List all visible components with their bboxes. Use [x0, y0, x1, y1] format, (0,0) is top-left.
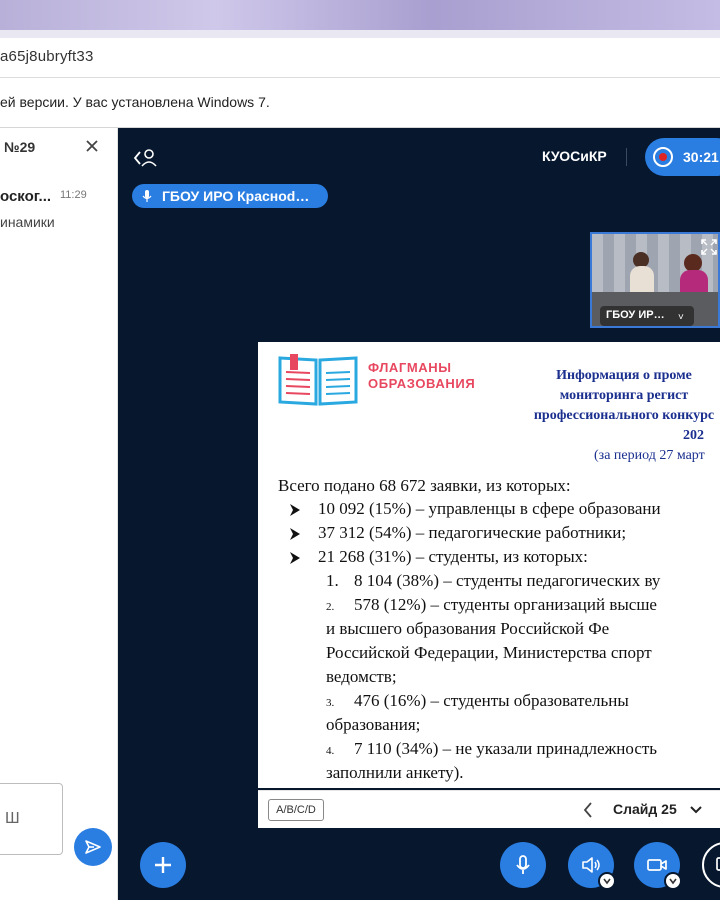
send-button[interactable]: [74, 828, 112, 866]
camera-settings-chevron-icon[interactable]: [664, 872, 682, 890]
sub-item-2-line-3: Российской Федерации, Министерства спорт: [326, 643, 652, 662]
chat-message-input[interactable]: Ш: [0, 783, 63, 855]
book-logo-icon: [278, 354, 358, 406]
bullet-arrow-icon: [290, 552, 300, 564]
audio-settings-chevron-icon[interactable]: [598, 872, 616, 890]
room-title: КУОСиКР: [542, 148, 607, 164]
microphone-icon: [142, 190, 152, 202]
sub-item-number: 2.: [326, 601, 335, 613]
video-participant-name: ГБОУ ИР…: [606, 309, 665, 321]
sub-item-4-line-1: 7 110 (34%) – не указали принадлежность: [354, 739, 658, 758]
sub-item-3-line-1: 476 (16%) – студенты образовательны: [354, 691, 629, 710]
divider: [626, 148, 627, 166]
warning-text: ей версии. У вас установлена Windows 7.: [0, 94, 270, 110]
sub-item-number: 4.: [326, 745, 335, 757]
slide-bullet-2: 37 312 (54%) – педагогические работники;: [318, 523, 627, 542]
presenter-badge[interactable]: ГБОУ ИРО Красноd…: [132, 184, 328, 208]
recording-button[interactable]: 30:21: [645, 138, 720, 176]
sub-item-2-line-4: ведомств;: [326, 667, 397, 686]
address-bar[interactable]: а65j8ubryft33: [0, 38, 720, 78]
previous-slide-icon[interactable]: [578, 799, 598, 821]
chat-number: №29: [4, 139, 36, 155]
presentation-slide: ФЛАГМАНЫ ОБРАЗОВАНИЯ Информация о проме …: [258, 342, 720, 788]
video-tile[interactable]: ГБОУ ИР… ˅: [590, 232, 720, 328]
microphone-icon: [516, 855, 530, 874]
desktop-background: [0, 0, 720, 38]
conference-main-area: КУОСиКР 30:21 ГБОУ ИРО Красноd… ГБОУ ИР……: [118, 128, 720, 900]
leave-user-icon[interactable]: [132, 146, 160, 170]
sub-item-4-line-2: заполнили анкету).: [326, 763, 464, 782]
sub-item-number: 1.: [326, 571, 339, 590]
chat-panel: №29 оског... 11:29 инамики Ш: [0, 128, 118, 900]
bullet-arrow-icon: [290, 528, 300, 540]
chevron-down-icon[interactable]: [688, 801, 704, 817]
add-action-button[interactable]: [140, 842, 186, 888]
chevron-down-icon[interactable]: ˅: [678, 312, 684, 323]
screen-share-button[interactable]: [702, 842, 720, 888]
send-icon: [85, 840, 101, 854]
address-text: а65j8ubryft33: [0, 48, 94, 65]
slide-period: (за период 27 март: [594, 448, 705, 463]
abcd-poll-button[interactable]: A/B/C/D: [268, 799, 324, 821]
sub-item-1: 8 104 (38%) – студенты педагогических ву: [354, 571, 661, 590]
expand-icon[interactable]: [700, 238, 718, 256]
close-icon[interactable]: [82, 136, 102, 156]
sub-item-number: 3.: [326, 697, 335, 709]
slide-title: Информация о проме мониторинга регист пр…: [533, 368, 715, 443]
recording-time: 30:21: [683, 149, 719, 165]
logo-text: ФЛАГМАНЫ ОБРАЗОВАНИЯ: [368, 360, 476, 391]
camera-icon: [647, 859, 667, 871]
speaker-icon: [582, 857, 600, 873]
microphone-button[interactable]: [500, 842, 546, 888]
sub-item-2-line-1: 578 (12%) – студенты организаций высше: [354, 595, 657, 614]
slide-bullet-3: 21 268 (31%) – студенты, из которых:: [318, 547, 588, 566]
bullet-arrow-icon: [290, 504, 300, 516]
plus-icon: [155, 857, 171, 873]
presenter-name: ГБОУ ИРО Красноd…: [162, 188, 310, 204]
screen-share-icon: [716, 857, 720, 871]
slide-controls: A/B/C/D Слайд 25: [258, 790, 720, 828]
slide-intro: Всего подано 68 672 заявки, из которых:: [278, 476, 571, 495]
slide-number: Слайд 25: [613, 801, 677, 817]
record-icon: [653, 147, 673, 167]
sub-item-2-line-2: и высшего образования Российской Фе: [326, 619, 610, 638]
browser-warning-bar: ей версии. У вас установлена Windows 7.: [0, 78, 720, 128]
sub-item-3-line-2: образования;: [326, 715, 421, 734]
slide-bullet-1: 10 092 (15%) – управленцы в сфере образо…: [318, 499, 661, 518]
chat-item-name: оског...: [0, 188, 52, 205]
chat-header: №29: [0, 128, 118, 170]
chat-input-placeholder: Ш: [5, 810, 20, 827]
chat-item-message: инамики: [0, 214, 55, 230]
chat-item-time: 11:29: [60, 189, 87, 201]
chat-list-item[interactable]: оског... 11:29 инамики: [0, 180, 118, 240]
